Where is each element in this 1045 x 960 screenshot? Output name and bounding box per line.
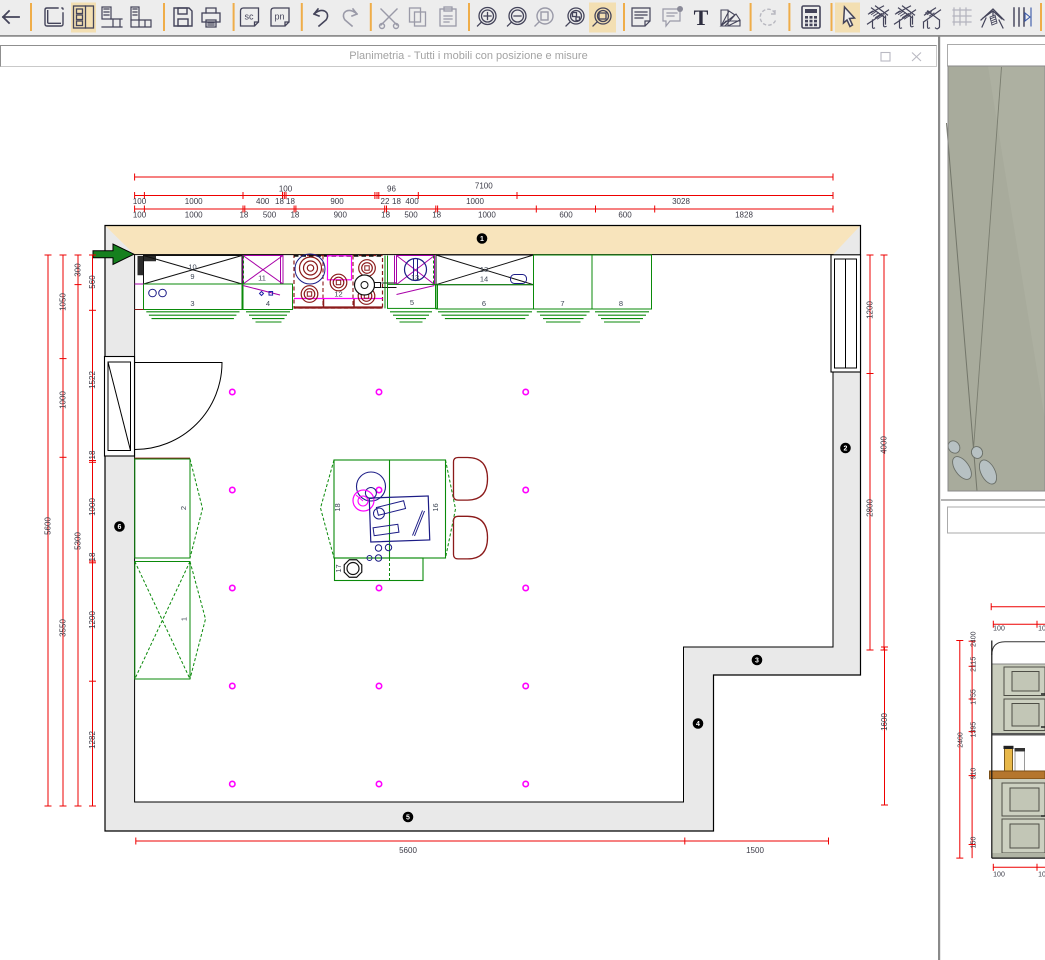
svg-text:1: 1	[180, 617, 189, 621]
svg-text:2800: 2800	[866, 499, 875, 517]
svg-text:14: 14	[480, 275, 488, 284]
svg-text:18: 18	[333, 503, 342, 511]
svg-text:100: 100	[993, 872, 1005, 879]
svg-text:18: 18	[88, 450, 97, 459]
svg-text:100: 100	[133, 197, 147, 206]
svg-text:900: 900	[334, 211, 348, 220]
svg-text:100: 100	[133, 211, 147, 220]
svg-text:T: T	[694, 5, 709, 30]
svg-text:560: 560	[88, 275, 97, 289]
svg-text:18: 18	[381, 211, 390, 220]
svg-text:5: 5	[406, 815, 410, 822]
svg-text:1000: 1000	[88, 498, 97, 516]
svg-text:2: 2	[179, 506, 188, 510]
svg-text:18: 18	[275, 197, 284, 206]
svg-text:5600: 5600	[44, 517, 53, 535]
svg-text:pn: pn	[274, 12, 284, 22]
svg-text:2: 2	[844, 446, 848, 453]
svg-text:2400: 2400	[957, 732, 964, 748]
svg-text:7: 7	[560, 299, 564, 308]
svg-text:100: 100	[279, 185, 293, 194]
svg-text:1000: 1000	[59, 391, 68, 409]
svg-text:1522: 1522	[88, 371, 97, 389]
svg-text:500: 500	[404, 211, 418, 220]
svg-text:600: 600	[559, 211, 573, 220]
svg-text:1: 1	[480, 236, 484, 243]
svg-text:1755: 1755	[970, 689, 977, 705]
svg-text:10: 10	[1038, 872, 1045, 879]
svg-text:4: 4	[696, 721, 700, 728]
svg-text:18: 18	[286, 197, 295, 206]
svg-text:11: 11	[258, 274, 266, 283]
svg-text:7100: 7100	[475, 182, 493, 191]
svg-text:1200: 1200	[88, 611, 97, 629]
svg-text:1000: 1000	[466, 197, 484, 206]
svg-text:1000: 1000	[478, 211, 496, 220]
svg-text:1200: 1200	[866, 301, 875, 319]
svg-text:3550: 3550	[59, 619, 68, 637]
svg-text:5600: 5600	[399, 846, 417, 855]
svg-text:16: 16	[431, 503, 440, 511]
svg-text:5300: 5300	[74, 532, 83, 550]
svg-text:18: 18	[290, 211, 299, 220]
svg-text:1828: 1828	[735, 211, 753, 220]
svg-text:18: 18	[88, 552, 97, 561]
svg-text:12: 12	[334, 290, 342, 299]
svg-text:300: 300	[74, 263, 83, 277]
svg-text:6: 6	[118, 524, 122, 531]
svg-text:1282: 1282	[88, 731, 97, 749]
svg-text:8: 8	[619, 299, 623, 308]
svg-text:6: 6	[482, 299, 486, 308]
svg-text:2400: 2400	[970, 631, 977, 647]
svg-text:400: 400	[256, 197, 270, 206]
svg-text:18: 18	[239, 211, 248, 220]
svg-text:4: 4	[266, 299, 270, 308]
svg-text:2115: 2115	[970, 657, 977, 672]
svg-text:22: 22	[381, 197, 390, 206]
svg-text:1050: 1050	[59, 293, 68, 311]
svg-text:18: 18	[392, 197, 401, 206]
svg-text:9: 9	[190, 272, 194, 281]
svg-text:1000: 1000	[185, 197, 203, 206]
svg-text:400: 400	[405, 197, 419, 206]
svg-text:600: 600	[618, 211, 632, 220]
svg-text:sc: sc	[245, 12, 255, 22]
svg-text:1395: 1395	[970, 722, 977, 738]
svg-text:13: 13	[480, 265, 488, 274]
svg-text:910: 910	[970, 768, 977, 780]
svg-text:1600: 1600	[880, 713, 889, 731]
svg-text:10: 10	[1038, 626, 1045, 633]
svg-text:900: 900	[330, 197, 344, 206]
svg-text:17: 17	[334, 564, 343, 572]
svg-text:10: 10	[188, 263, 196, 272]
svg-text:1500: 1500	[746, 846, 764, 855]
svg-text:3028: 3028	[672, 197, 690, 206]
svg-text:3: 3	[755, 658, 759, 665]
svg-text:3: 3	[190, 299, 194, 308]
svg-text:1000: 1000	[185, 211, 203, 220]
svg-text:4000: 4000	[880, 436, 889, 454]
svg-text:500: 500	[263, 211, 277, 220]
svg-text:18: 18	[432, 211, 441, 220]
svg-text:100: 100	[993, 626, 1005, 633]
svg-text:150: 150	[970, 837, 977, 849]
svg-text:5: 5	[410, 298, 414, 307]
svg-text:96: 96	[387, 185, 396, 194]
svg-text:13: 13	[411, 273, 419, 282]
